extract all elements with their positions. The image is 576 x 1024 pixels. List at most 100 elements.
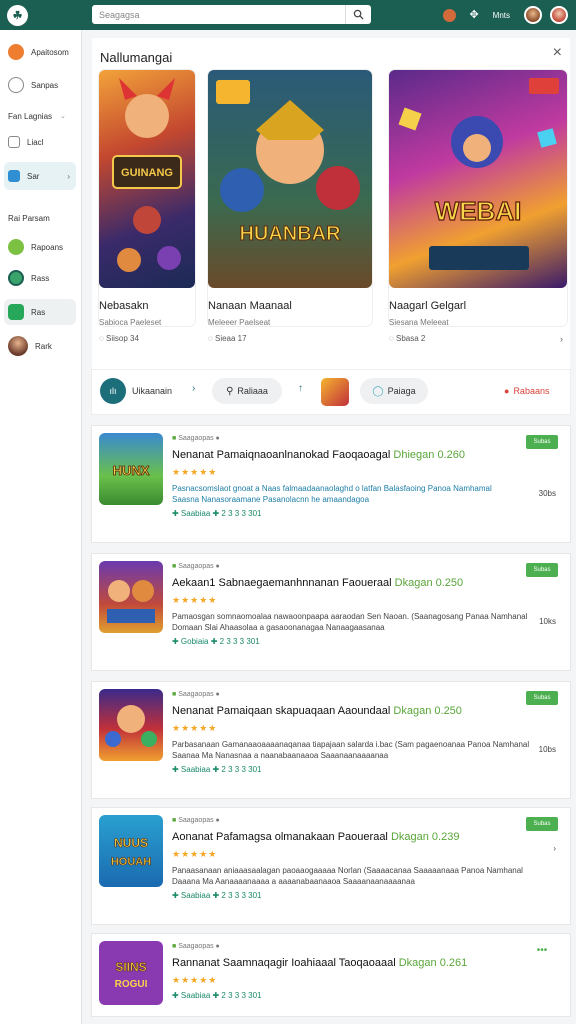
featured-card[interactable]: HUANBAR Nanaan Maanaal Meleeer Paelseat … (208, 70, 372, 343)
app-card[interactable]: ■ Saagaopas ● Aekaan1 Sabnaegaemanhnnana… (92, 554, 570, 670)
search-box[interactable]: Seagagsa (92, 5, 371, 24)
status-badge[interactable]: Subas (526, 435, 558, 449)
featured-subtitle: Sabioca Paeleset (99, 318, 162, 327)
featured-meta: ◌ Siisop 34 (99, 334, 139, 343)
sidebar-item-home[interactable]: Apaitosom (4, 40, 76, 64)
comment-icon: ◌ (389, 334, 396, 343)
sidebar-item-label: Apaitosom (31, 47, 69, 57)
app-title: Aonanat Pafamagsa olmanakaan Paoueraal D… (172, 831, 460, 843)
filter-chip-paiaga[interactable]: ◯ Paiaga (360, 378, 428, 404)
sidebar-item-star[interactable]: Sar › (4, 162, 76, 190)
app-title: Nenanat Pamaiqnaoanlnanokad Faoqaoagal D… (172, 449, 465, 461)
status-badge[interactable]: Subas (526, 563, 558, 577)
rating-stars: ★★★★★ (172, 849, 218, 859)
filter-label: Raliaaa (237, 386, 268, 396)
status-badge[interactable]: Subas (526, 691, 558, 705)
app-description: Parbasanaan Gamanaaoaaaanaqanaa tiapajaa… (172, 740, 530, 760)
sidebar-item-rass[interactable]: Rass (4, 266, 76, 290)
arrow-icon: ↑ (298, 383, 303, 394)
globe-icon (8, 270, 24, 286)
gamepad-icon[interactable]: ✥ (468, 9, 481, 22)
filter-icon: ılı (100, 378, 126, 404)
sidebar-item-label: Rark (35, 341, 52, 351)
svg-text:NUUS: NUUS (114, 836, 148, 850)
app-category: ■ Saagaopas ● (172, 435, 220, 442)
app-title: Nenanat Pamaiqaan skapuaqaan Aaoundaal D… (172, 705, 462, 717)
sidebar-item-reports[interactable]: Rapoans (4, 235, 76, 259)
chevron-right-icon[interactable]: › (553, 844, 556, 853)
app-logo-icon[interactable]: ☘ (7, 5, 28, 26)
featured-art-label: GUINANG (121, 167, 173, 179)
featured-card[interactable]: WEBAI Naagarl Gelgarl Siesana Meleeat ◌ … (389, 70, 567, 344)
filter-chip-uikaanain[interactable]: ılı Uikaanain (100, 378, 172, 404)
app-meta: ✚ Saabiaa ✚ 2 3 3 3 301 (172, 765, 262, 774)
section-heading: Rai Parsam (8, 214, 50, 223)
filter-label: Paiaga (387, 386, 416, 396)
sidebar-item-label: Ras (31, 307, 46, 317)
sidebar-item-label: Sanpas (31, 80, 59, 90)
app-category: ■ Saagaopas ● (172, 943, 220, 950)
featured-subtitle: Meleeer Paelseat (208, 318, 271, 327)
app-card[interactable]: ■ Saagaopas ● Nenanat Pamaiqaan skapuaqa… (92, 682, 570, 798)
app-title: Rannanat Saamnaqagir Ioahiaaal Taoqaoaaa… (172, 957, 468, 969)
filter-bar: ılı Uikaanain › ⚲ Raliaaa ↑ ◯ Paiaga ● R… (92, 370, 570, 414)
featured-art-label: WEBAI (435, 196, 522, 226)
rating-stars: ★★★★★ (172, 595, 218, 605)
game-thumbnail[interactable] (321, 378, 349, 406)
svg-text:HUNX: HUNX (113, 463, 150, 478)
app-meta: ✚ Saabiaa ✚ 2 3 3 3 301 (172, 991, 262, 1000)
featured-art-label: HUANBAR (239, 223, 341, 245)
user-label[interactable]: Mnts (493, 11, 510, 20)
featured-art: WEBAI (389, 70, 567, 288)
avatar[interactable] (524, 6, 542, 24)
chat-icon (8, 304, 24, 320)
search-icon (8, 77, 24, 93)
notification-icon[interactable] (442, 8, 456, 22)
svg-text:HOUAH: HOUAH (111, 856, 151, 868)
filter-chip-raliaaa[interactable]: ⚲ Raliaaa (212, 378, 282, 404)
app-card[interactable]: SIINS ROGUI ■ Saagaopas ● Rannanat Saamna… (92, 934, 570, 1016)
panel-title: Nallumangai (100, 50, 173, 65)
chevron-icon: ⌄ (60, 113, 66, 120)
app-thumbnail: NUUS HOUAH (99, 815, 163, 887)
featured-meta: ◌ Sieaa 17 (208, 334, 247, 343)
filter-chip-rabaans[interactable]: ● Rabaans (504, 378, 549, 404)
app-thumbnail (99, 689, 163, 761)
main-content: Nallumangai × GUINANG Nebasakn Sabioca P… (82, 30, 576, 1024)
chevron-right-icon[interactable]: › (560, 334, 563, 344)
app-card[interactable]: HUNX ■ Saagaopas ● Nenanat Pamaiqnaoanln… (92, 426, 570, 542)
search-icon[interactable] (345, 5, 371, 24)
featured-card[interactable]: GUINANG Nebasakn Sabioca Paeleset ◌ Siis… (99, 70, 195, 343)
sidebar-item-rark[interactable]: Rark (4, 333, 76, 359)
app-category: ■ Saagaopas ● (172, 817, 220, 824)
app-meta: ✚ Gobiaia ✚ 2 3 3 3 301 (172, 637, 260, 646)
app-thumbnail: SIINS ROGUI (99, 941, 163, 1005)
list-icon (8, 136, 20, 148)
profile-avatar[interactable] (550, 6, 568, 24)
avatar (8, 336, 28, 356)
more-icon[interactable]: ••• (526, 943, 558, 957)
svg-text:ROGUI: ROGUI (115, 979, 148, 990)
status-badge[interactable]: Subas (526, 817, 558, 831)
sidebar-item-ras[interactable]: Ras (4, 299, 76, 325)
app-size: 10ks (539, 617, 556, 626)
app-size: 10bs (538, 745, 556, 754)
folder-icon (8, 170, 20, 182)
sidebar-item-list[interactable]: Liacl (4, 130, 76, 154)
app-size: 30bs (538, 489, 556, 498)
app-description: Panaasanaan aniaaasaalagan paoaaogaaaaa … (172, 866, 523, 886)
featured-title: Nebasakn (99, 300, 149, 312)
sidebar-item-search[interactable]: Sanpas (4, 73, 76, 97)
app-description: Pamaosgan somnaomoalaa nawaoonpaapa aara… (172, 612, 528, 632)
app-thumbnail: HUNX (99, 433, 163, 505)
close-icon[interactable]: × (553, 44, 562, 62)
home-icon (8, 44, 24, 60)
sidebar-item-label: Rapoans (31, 242, 64, 252)
app-card[interactable]: NUUS HOUAH ■ Saagaopas ● Aonanat Pafamags… (92, 808, 570, 924)
rating-stars: ★★★★★ (172, 723, 218, 733)
sidebar-item-languages[interactable]: Fan Lagnias ⌄ (4, 104, 76, 128)
chevron-right-icon: › (67, 171, 70, 181)
sidebar-item-label: Sar (27, 171, 40, 181)
featured-panel: Nallumangai × GUINANG Nebasakn Sabioca P… (92, 38, 570, 388)
search-input[interactable]: Seagagsa (92, 10, 345, 20)
